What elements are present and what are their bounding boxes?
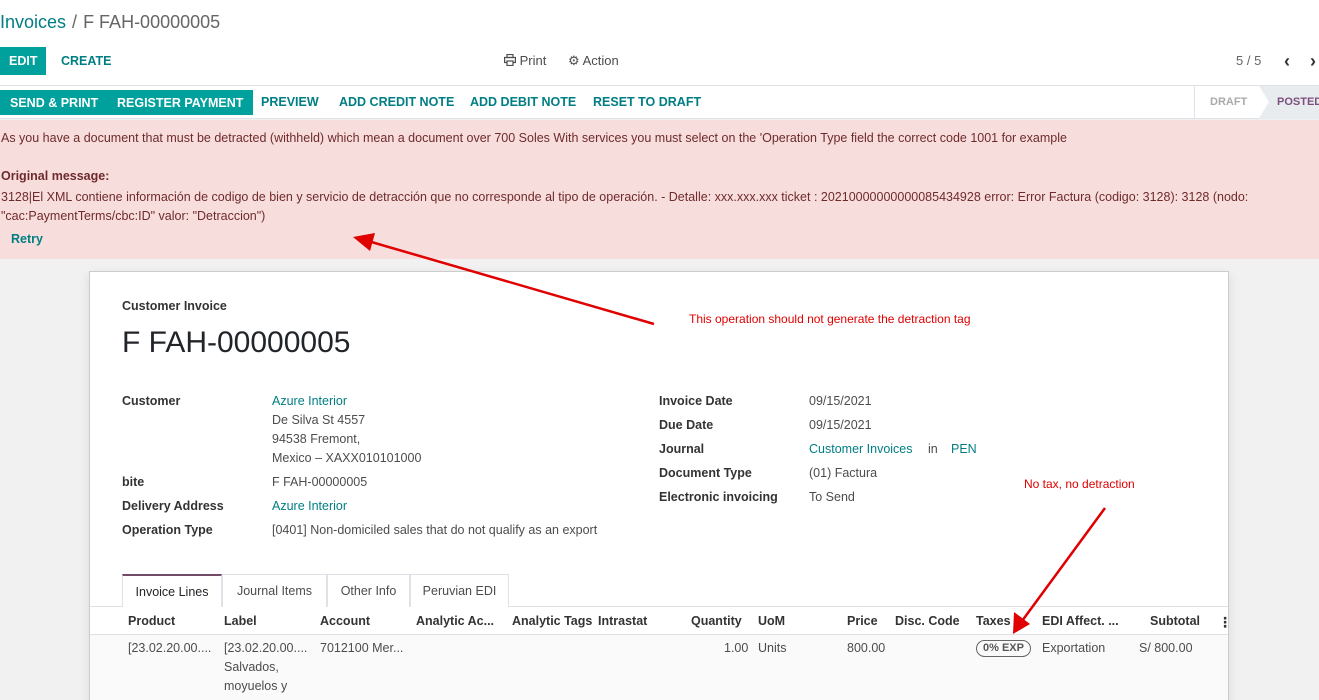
document-type-value: (01) Factura [809,466,878,480]
breadcrumb-current: F FAH-00000005 [83,12,221,32]
tab-other-info[interactable]: Other Info [327,574,410,607]
preview-button[interactable]: PREVIEW [261,90,319,115]
breadcrumb: Invoices / F FAH-00000005 [0,12,220,33]
create-button[interactable]: CREATE [61,47,111,75]
tab-peruvian-edi[interactable]: Peruvian EDI [410,574,509,607]
bite-label: bite [122,475,145,489]
optional-columns-icon[interactable]: ⋮ [1218,614,1232,631]
gear-icon: ⚙ [568,53,580,68]
add-credit-note-button[interactable]: ADD CREDIT NOTE [339,90,454,115]
journal-link[interactable]: Customer Invoices [809,442,913,456]
error-alert: As you have a document that must be detr… [0,120,1319,259]
cell-product[interactable]: [23.02.20.00.... [128,641,211,655]
electronic-invoicing-label: Electronic invoicing [659,490,778,504]
address-line-2: 94538 Fremont, [272,432,361,446]
operation-type-label: Operation Type [122,523,213,537]
breadcrumb-separator: / [72,12,78,32]
col-uom[interactable]: UoM [758,614,785,628]
col-label[interactable]: Label [224,614,257,628]
journal-label: Journal [659,442,705,456]
col-taxes[interactable]: Taxes [976,614,1011,628]
cell-label-line-3: moyuelos y [224,679,288,693]
pager-value[interactable]: 5 / 5 [1236,47,1261,75]
send-print-button[interactable]: SEND & PRINT [0,90,109,115]
cell-label-line-1[interactable]: [23.02.20.00.... [224,641,307,655]
col-subtotal[interactable]: Subtotal [1150,614,1200,628]
due-date-label: Due Date [659,418,714,432]
annotation-top: This operation should not generate the d… [689,312,971,326]
cell-label-line-2: Salvados, [224,660,279,674]
reset-to-draft-button[interactable]: RESET TO DRAFT [593,90,701,115]
statusbar: SEND & PRINT REGISTER PAYMENT PREVIEW AD… [0,86,1319,119]
customer-label: Customer [122,394,181,408]
print-label: Print [519,53,547,68]
address-line-3: Mexico – XAXX010101000 [272,451,422,465]
document-type-label: Document Type [659,466,752,480]
invoice-date-value: 09/15/2021 [809,394,872,408]
cell-quantity[interactable]: 1.00 [724,641,748,655]
chevron-left-icon[interactable]: ‹ [1284,47,1290,75]
cell-subtotal: S/ 800.00 [1139,641,1193,655]
action-menu-button[interactable]: ⚙ Action [568,47,619,75]
status-stages: DRAFT POSTED [1194,86,1319,119]
col-account[interactable]: Account [320,614,370,628]
alert-original-title: Original message: [1,169,110,183]
cell-uom[interactable]: Units [758,641,786,655]
col-analytic-account[interactable]: Analytic Ac... [416,614,494,628]
delivery-address-label: Delivery Address [122,499,224,513]
col-edi-affect[interactable]: EDI Affect. ... [1042,614,1119,628]
currency-link[interactable]: PEN [951,442,977,456]
breadcrumb-invoices-link[interactable]: Invoices [0,12,66,32]
cell-price[interactable]: 800.00 [847,641,885,655]
col-product[interactable]: Product [128,614,175,628]
retry-button[interactable]: Retry [11,232,43,246]
electronic-invoicing-value: To Send [809,490,855,504]
stage-arrow [1259,86,1269,118]
alert-message: As you have a document that must be detr… [1,131,1067,145]
col-price[interactable]: Price [847,614,878,628]
delivery-address-link[interactable]: Azure Interior [272,499,347,513]
annotation-bottom: No tax, no detraction [1024,477,1135,491]
tab-journal-items[interactable]: Journal Items [222,574,327,607]
action-label: Action [582,53,619,68]
invoice-date-label: Invoice Date [659,394,733,408]
address-line-1: De Silva St 4557 [272,413,366,427]
operation-type-value: [0401] Non-domiciled sales that do not q… [272,523,598,537]
document-type-title: Customer Invoice [122,299,227,313]
register-payment-button[interactable]: REGISTER PAYMENT [107,90,254,115]
due-date-value: 09/15/2021 [809,418,872,432]
add-debit-note-button[interactable]: ADD DEBIT NOTE [470,90,576,115]
print-menu-button[interactable]: Print [504,47,546,75]
col-disc-code[interactable]: Disc. Code [895,614,960,628]
edit-button[interactable]: EDIT [0,47,47,75]
cell-account[interactable]: 7012100 Mer... [320,641,403,655]
col-quantity[interactable]: Quantity [691,614,742,628]
invoice-name: F FAH-00000005 [122,326,351,359]
bite-value: F FAH-00000005 [272,475,368,489]
tax-badge[interactable]: 0% EXP [976,640,1031,657]
chevron-right-icon[interactable]: › [1310,47,1316,75]
printer-icon [504,53,517,67]
tab-invoice-lines[interactable]: Invoice Lines [122,574,222,607]
stage-draft: DRAFT [1210,96,1248,108]
alert-original-body: 3128|El XML contiene información de codi… [1,190,1249,223]
col-analytic-tags[interactable]: Analytic Tags [512,614,592,628]
control-panel: Invoices / F FAH-00000005 EDIT CREATE Prin… [0,0,1319,86]
cell-edi-affect[interactable]: Exportation [1042,641,1105,655]
col-intrastat[interactable]: Intrastat [598,614,647,628]
journal-in-text: in [928,442,938,456]
customer-link[interactable]: Azure Interior [272,394,347,408]
